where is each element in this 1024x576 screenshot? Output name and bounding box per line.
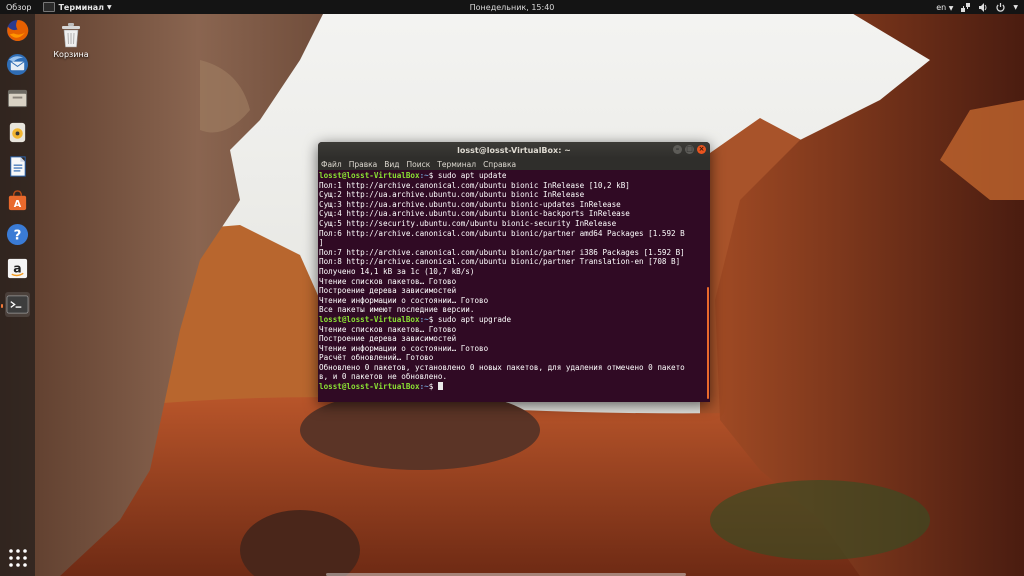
top-bar: Обзор Терминал ▼ Понедельник, 15:40 en ▼… — [0, 0, 1024, 14]
terminal-menubar: Файл Правка Вид Поиск Терминал Справка — [318, 158, 710, 170]
chevron-down-icon: ▼ — [107, 3, 112, 11]
desktop-trash[interactable]: Корзина — [50, 22, 92, 59]
prompt-command: $ sudo apt upgrade — [428, 314, 512, 324]
terminal-titlebar[interactable]: losst@losst-VirtualBox: ~ – □ × — [318, 142, 710, 158]
terminal-prompt-line: losst@losst-VirtualBox:~$ — [319, 382, 709, 392]
terminal-output-line: ] — [319, 238, 324, 248]
terminal-output-line: Все пакеты имеют последние версии. — [319, 305, 475, 315]
prompt-path: :~ — [419, 314, 429, 324]
keyboard-layout-indicator[interactable]: en ▼ — [936, 3, 953, 12]
terminal-output-line: Расчёт обновлений… Готово — [319, 353, 434, 363]
menu-file[interactable]: Файл — [321, 160, 342, 169]
terminal-icon — [43, 2, 56, 12]
dock-item-thunderbird[interactable] — [5, 52, 30, 77]
svg-text:a: a — [13, 260, 21, 275]
text-cursor — [437, 382, 443, 391]
maximize-button[interactable]: □ — [685, 145, 694, 154]
dock-item-writer[interactable] — [5, 154, 30, 179]
terminal-output-line: Построение дерева зависимостей — [319, 286, 457, 296]
app-menu-label: Терминал — [58, 2, 105, 12]
menu-edit[interactable]: Правка — [349, 160, 378, 169]
terminal-output-line: Чтение списков пакетов… Готово — [319, 324, 457, 334]
terminal-output-line: Пол:8 http://archive.canonical.com/ubunt… — [319, 257, 681, 267]
files-icon — [7, 89, 28, 108]
rhythmbox-icon — [9, 122, 26, 143]
help-icon: ? — [6, 223, 29, 246]
svg-text:?: ? — [14, 228, 22, 243]
terminal-output-line: Сущ:3 http://ua.archive.ubuntu.com/ubunt… — [319, 199, 621, 209]
dock-item-firefox[interactable] — [5, 18, 30, 43]
system-tray[interactable]: en ▼ ▼ — [936, 2, 1018, 12]
terminal-output-line: Пол:6 http://archive.canonical.com/ubunt… — [319, 228, 685, 238]
terminal-prompt-line: losst@losst-VirtualBox:~$ sudo apt updat… — [319, 171, 709, 181]
terminal-scrollbar[interactable] — [707, 287, 709, 399]
prompt-command: $ sudo apt update — [428, 171, 507, 180]
dock-item-terminal[interactable] — [5, 292, 30, 317]
terminal-prompt-line: losst@losst-VirtualBox:~$ sudo apt upgra… — [319, 315, 709, 325]
libreoffice-writer-icon — [10, 156, 26, 177]
app-menu-button[interactable]: Терминал ▼ — [43, 2, 112, 12]
menu-view[interactable]: Вид — [384, 160, 399, 169]
terminal-output-line: Получено 14,1 kB за 1с (10,7 kB/s) — [319, 266, 475, 276]
window-controls: – □ × — [673, 145, 706, 154]
active-app-indicator — [1, 304, 3, 308]
clock[interactable]: Понедельник, 15:40 — [470, 3, 555, 12]
menu-help[interactable]: Справка — [483, 160, 516, 169]
dock-item-amazon[interactable]: a — [5, 256, 30, 281]
terminal-output-line: Сущ:4 http://ua.archive.ubuntu.com/ubunt… — [319, 209, 630, 219]
trash-label: Корзина — [53, 50, 89, 59]
terminal-window[interactable]: losst@losst-VirtualBox: ~ – □ × Файл Пра… — [318, 142, 710, 402]
software-center-icon: A — [8, 190, 27, 210]
menu-terminal[interactable]: Терминал — [437, 160, 476, 169]
dock: A ? a — [0, 14, 35, 576]
terminal-title: losst@losst-VirtualBox: ~ — [457, 145, 571, 155]
terminal-output-line: Чтение информации о состоянии… Готово — [319, 343, 489, 353]
activities-button[interactable]: Обзор — [6, 3, 31, 12]
prompt-path: :~ — [419, 382, 429, 392]
chevron-down-icon: ▼ — [948, 4, 954, 12]
volume-icon — [979, 2, 987, 12]
prompt-user: losst@losst-VirtualBox — [319, 382, 420, 392]
menu-search[interactable]: Поиск — [407, 160, 431, 169]
dock-item-software[interactable]: A — [5, 188, 30, 213]
svg-text:A: A — [14, 199, 22, 210]
minimize-button[interactable]: – — [673, 145, 682, 154]
thunderbird-icon — [6, 53, 29, 76]
network-icon — [961, 2, 971, 12]
terminal-output-line: Чтение информации о состоянии… Готово — [319, 295, 489, 305]
dock-item-files[interactable] — [5, 86, 30, 111]
terminal-output-line: Построение дерева зависимостей — [319, 334, 457, 344]
prompt-path: :~ — [419, 171, 429, 180]
chevron-down-icon: ▼ — [1013, 3, 1018, 11]
terminal-output-line: Сущ:2 http://ua.archive.ubuntu.com/ubunt… — [319, 190, 585, 200]
terminal-output-line: Пол:1 http://archive.canonical.com/ubunt… — [319, 180, 630, 190]
terminal-output-line: Чтение списков пакетов… Готово — [319, 276, 457, 286]
terminal-output-line: Пол:7 http://archive.canonical.com/ubunt… — [319, 247, 685, 257]
amazon-icon: a — [7, 258, 28, 279]
prompt-command: $ — [428, 382, 438, 392]
trash-icon — [62, 23, 80, 48]
prompt-user: losst@losst-VirtualBox — [319, 314, 420, 324]
keyboard-layout-label: en — [936, 2, 947, 12]
prompt-user: losst@losst-VirtualBox — [319, 171, 420, 180]
terminal-output-line: Сущ:5 http://security.ubuntu.com/ubuntu … — [319, 218, 617, 228]
dock-item-rhythmbox[interactable] — [5, 120, 30, 145]
terminal-output[interactable]: losst@losst-VirtualBox:~$ sudo apt updat… — [318, 170, 710, 392]
grid-icon[interactable] — [8, 548, 28, 568]
power-icon — [996, 2, 1005, 12]
terminal-output-line: в, и 0 пакетов не обновлено. — [319, 372, 448, 382]
firefox-icon — [6, 19, 29, 42]
close-button[interactable]: × — [697, 145, 706, 154]
terminal-icon — [6, 295, 29, 314]
dock-item-help[interactable]: ? — [5, 222, 30, 247]
terminal-output-line: Обновлено 0 пакетов, установлено 0 новых… — [319, 362, 685, 372]
